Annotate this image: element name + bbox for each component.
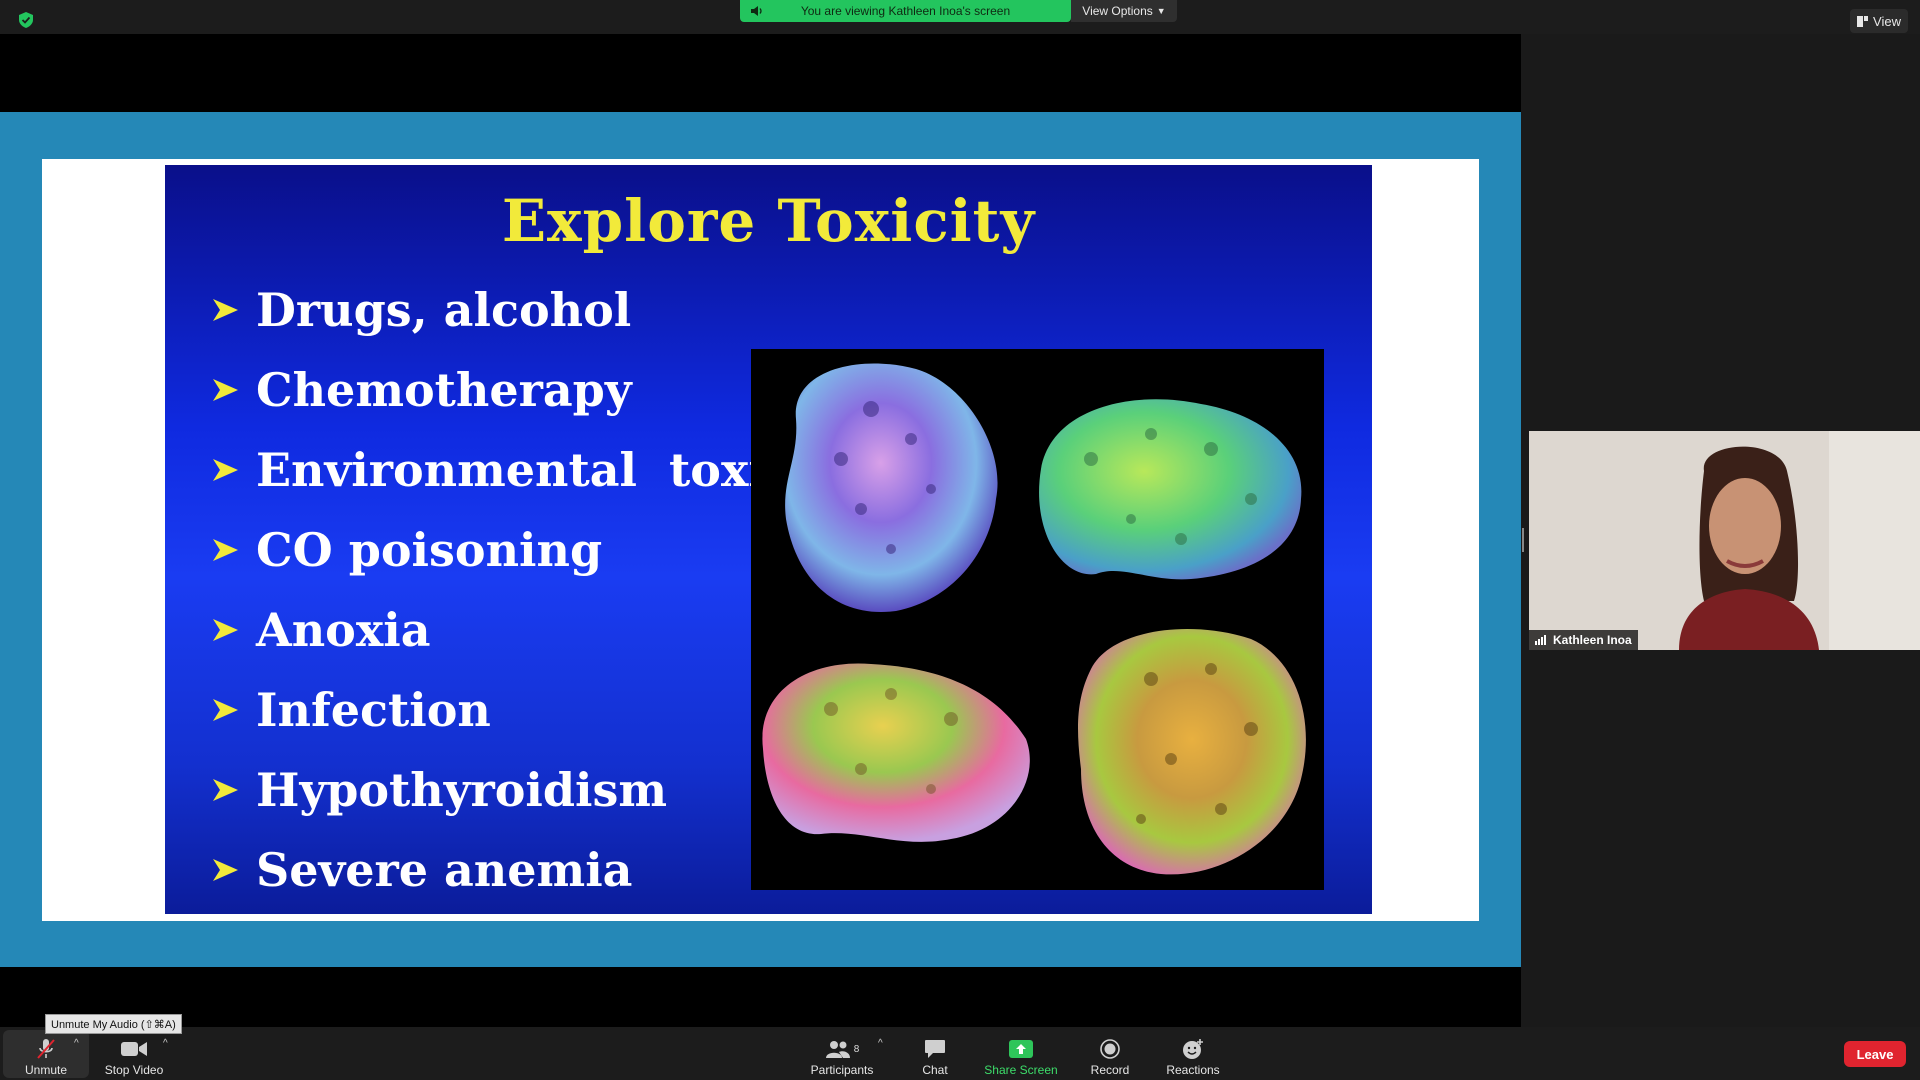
share-banner-text: You are viewing Kathleen Inoa's screen <box>800 4 1011 18</box>
bullet-item: Environmental toxin <box>210 430 799 510</box>
bullet-text: Hypothyroidism <box>256 763 668 817</box>
slide-title: Explore Toxicity <box>501 187 1036 255</box>
bullet-text: CO poisoning <box>256 523 603 577</box>
unmute-label: Unmute <box>24 1063 68 1077</box>
bullet-text: Drugs, alcohol <box>256 283 632 337</box>
unmute-button[interactable]: Unmute <box>12 1033 80 1077</box>
bullet-text: Severe anemia <box>256 843 633 897</box>
stop-video-button[interactable]: Stop Video <box>98 1033 170 1077</box>
participant-avatar <box>1529 431 1920 650</box>
participants-button[interactable]: 8 Participants <box>800 1033 884 1077</box>
slide: Explore Toxicity Drugs, alcohol Chemothe… <box>165 165 1372 914</box>
participants-count: 8 <box>853 1043 860 1055</box>
microphone-muted-icon <box>37 1039 55 1059</box>
stop-video-label: Stop Video <box>104 1063 164 1077</box>
bullet-item: Chemotherapy <box>210 350 799 430</box>
record-label: Record <box>1090 1063 1130 1077</box>
video-options-caret-icon[interactable]: ^ <box>163 1038 168 1049</box>
arrow-bullet-icon <box>213 859 238 881</box>
participants-label: Participants <box>810 1063 874 1077</box>
arrow-bullet-icon <box>213 379 238 401</box>
chevron-down-icon: ▼ <box>1156 6 1166 16</box>
participant-name: Kathleen Inoa <box>1553 633 1632 647</box>
reactions-button[interactable]: Reactions <box>1160 1033 1226 1077</box>
participants-caret-icon[interactable]: ^ <box>878 1038 883 1049</box>
bullet-item: CO poisoning <box>210 510 799 590</box>
bullet-item: Anoxia <box>210 590 799 670</box>
arrow-bullet-icon <box>213 779 238 801</box>
brain-scan-graphic <box>762 363 1306 875</box>
arrow-bullet-icon <box>213 299 238 321</box>
participant-video[interactable] <box>1529 431 1920 650</box>
bullet-text: Infection <box>256 683 491 737</box>
shared-screen: Explore Toxicity Drugs, alcohol Chemothe… <box>0 34 1521 1027</box>
screen-share-banner: You are viewing Kathleen Inoa's screen <box>740 0 1071 22</box>
meeting-toolbar <box>0 1027 1920 1080</box>
share-screen-label: Share Screen <box>984 1063 1058 1077</box>
record-button[interactable]: Record <box>1085 1033 1135 1077</box>
arrow-bullet-icon <box>213 619 238 641</box>
layout-icon <box>1857 15 1869 27</box>
chat-label: Chat <box>922 1063 948 1077</box>
bullet-item: Hypothyroidism <box>210 750 799 830</box>
unmute-tooltip: Unmute My Audio (⇧⌘A) <box>45 1014 182 1034</box>
brain-scan-image <box>751 349 1324 890</box>
participant-name-tag: Kathleen Inoa <box>1529 630 1638 650</box>
leave-button[interactable]: Leave <box>1844 1041 1906 1067</box>
view-layout-button[interactable]: View <box>1850 9 1908 33</box>
chat-button[interactable]: Chat <box>910 1033 960 1077</box>
arrow-bullet-icon <box>213 539 238 561</box>
share-screen-button[interactable]: Share Screen <box>980 1033 1062 1077</box>
share-screen-icon <box>1009 1040 1033 1058</box>
video-camera-icon <box>121 1042 147 1056</box>
reactions-label: Reactions <box>1166 1063 1220 1077</box>
bullet-text: Environmental toxin <box>256 443 800 497</box>
chat-icon <box>925 1040 945 1058</box>
signal-strength-icon <box>1535 635 1546 645</box>
participants-icon <box>825 1041 850 1058</box>
bullet-item: Drugs, alcohol <box>210 270 799 350</box>
bullet-item: Severe anemia <box>210 830 799 910</box>
audio-options-caret-icon[interactable]: ^ <box>74 1038 79 1049</box>
view-label: View <box>1873 13 1901 29</box>
bullet-text: Anoxia <box>256 603 431 657</box>
arrow-bullet-icon <box>213 699 238 721</box>
view-options-button[interactable]: View Options ▼ <box>1071 0 1177 22</box>
bullet-list: Drugs, alcohol Chemotherapy Environmenta… <box>210 270 799 910</box>
top-bar: You are viewing Kathleen Inoa's screen V… <box>0 0 1920 34</box>
bullet-text: Chemotherapy <box>256 363 632 417</box>
reactions-icon <box>1183 1039 1203 1059</box>
speaker-icon <box>751 6 762 16</box>
arrow-bullet-icon <box>213 459 238 481</box>
security-shield-icon[interactable] <box>19 12 33 28</box>
view-options-label: View Options <box>1082 4 1153 18</box>
record-icon <box>1100 1039 1120 1059</box>
bullet-item: Infection <box>210 670 799 750</box>
